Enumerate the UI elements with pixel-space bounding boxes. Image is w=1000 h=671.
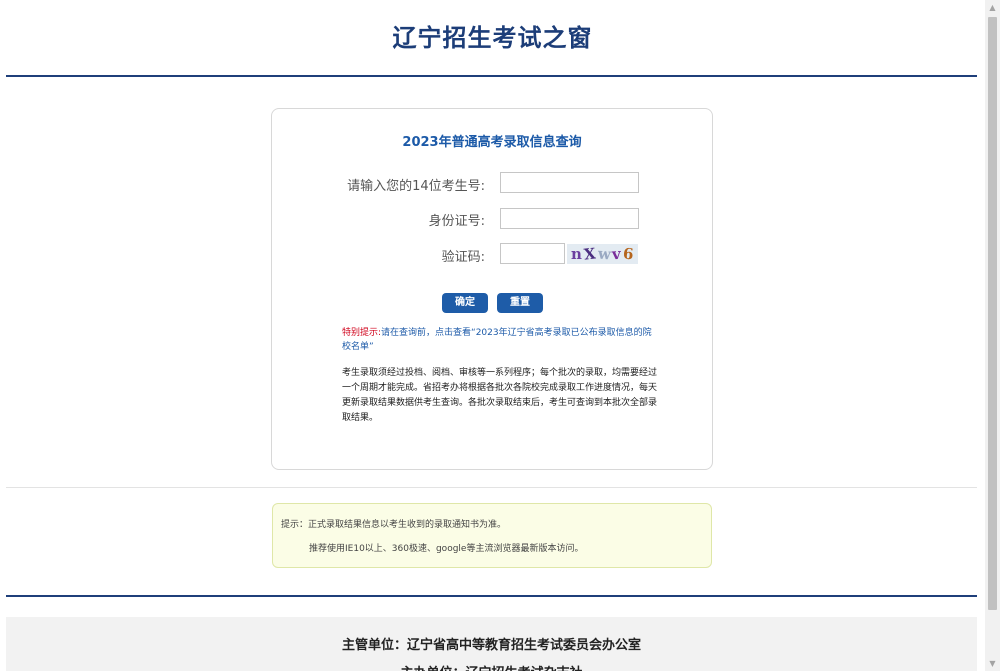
- scroll-up-icon[interactable]: ▲: [985, 0, 1000, 15]
- scroll-down-icon[interactable]: ▼: [985, 656, 1000, 671]
- site-title: 辽宁招生考试之窗: [392, 24, 593, 52]
- footer-organizer: 主办单位：辽宁招生考试杂志社: [6, 662, 977, 671]
- captcha-char: n: [571, 245, 584, 263]
- reset-button[interactable]: 重置: [497, 293, 543, 313]
- vertical-scrollbar[interactable]: ▲ ▼: [985, 0, 1000, 671]
- section-divider: [6, 487, 977, 488]
- tips-line-browser: 推荐使用IE10以上、360极速、google等主流浏览器最新版本访问。: [309, 544, 584, 554]
- confirm-button[interactable]: 确定: [442, 293, 488, 313]
- captcha-input[interactable]: [500, 243, 565, 264]
- exam-number-label: 请输入您的14位考生号:: [347, 179, 485, 194]
- special-notice: 特别提示:请在查询前，点击查看“2023年辽宁省高考录取已公布录取信息的院校名单…: [342, 326, 652, 354]
- query-card: 2023年普通高考录取信息查询 请输入您的14位考生号: 身份证号: 验证码: …: [271, 108, 713, 470]
- page: 辽宁招生考试之窗 2023年普通高考录取信息查询 请输入您的14位考生号: 身份…: [0, 0, 985, 671]
- captcha-image[interactable]: nXwv69: [567, 244, 638, 264]
- footer: 主管单位：辽宁省高中等教育招生考试委员会办公室 主办单位：辽宁招生考试杂志社: [6, 617, 977, 671]
- header-divider: [6, 75, 977, 77]
- tips-line-official: 提示：正式录取结果信息以考生收到的录取通知书为准。: [281, 520, 507, 530]
- id-card-input[interactable]: [500, 208, 639, 229]
- scroll-thumb[interactable]: [988, 17, 997, 610]
- captcha-char: 6: [622, 244, 637, 264]
- notice-link[interactable]: 请在查询前，点击查看“2023年辽宁省高考录取已公布录取信息的院校名单”: [342, 328, 652, 352]
- captcha-char: X: [583, 244, 599, 264]
- footer-divider: [6, 595, 977, 597]
- footer-supervisor: 主管单位：辽宁省高中等教育招生考试委员会办公室: [341, 638, 641, 653]
- query-title: 2023年普通高考录取信息查询: [402, 135, 582, 150]
- tips-box: 提示：正式录取结果信息以考生收到的录取通知书为准。 推荐使用IE10以上、360…: [272, 503, 712, 568]
- admission-description: 考生录取须经过投档、阅档、审核等一系列程序；每个批次的录取，均需要经过一个周期才…: [342, 368, 658, 423]
- id-card-label: 身份证号:: [428, 214, 485, 229]
- captcha-label: 验证码:: [441, 250, 485, 265]
- exam-number-input[interactable]: [500, 172, 639, 193]
- notice-label: 特别提示:: [342, 328, 382, 338]
